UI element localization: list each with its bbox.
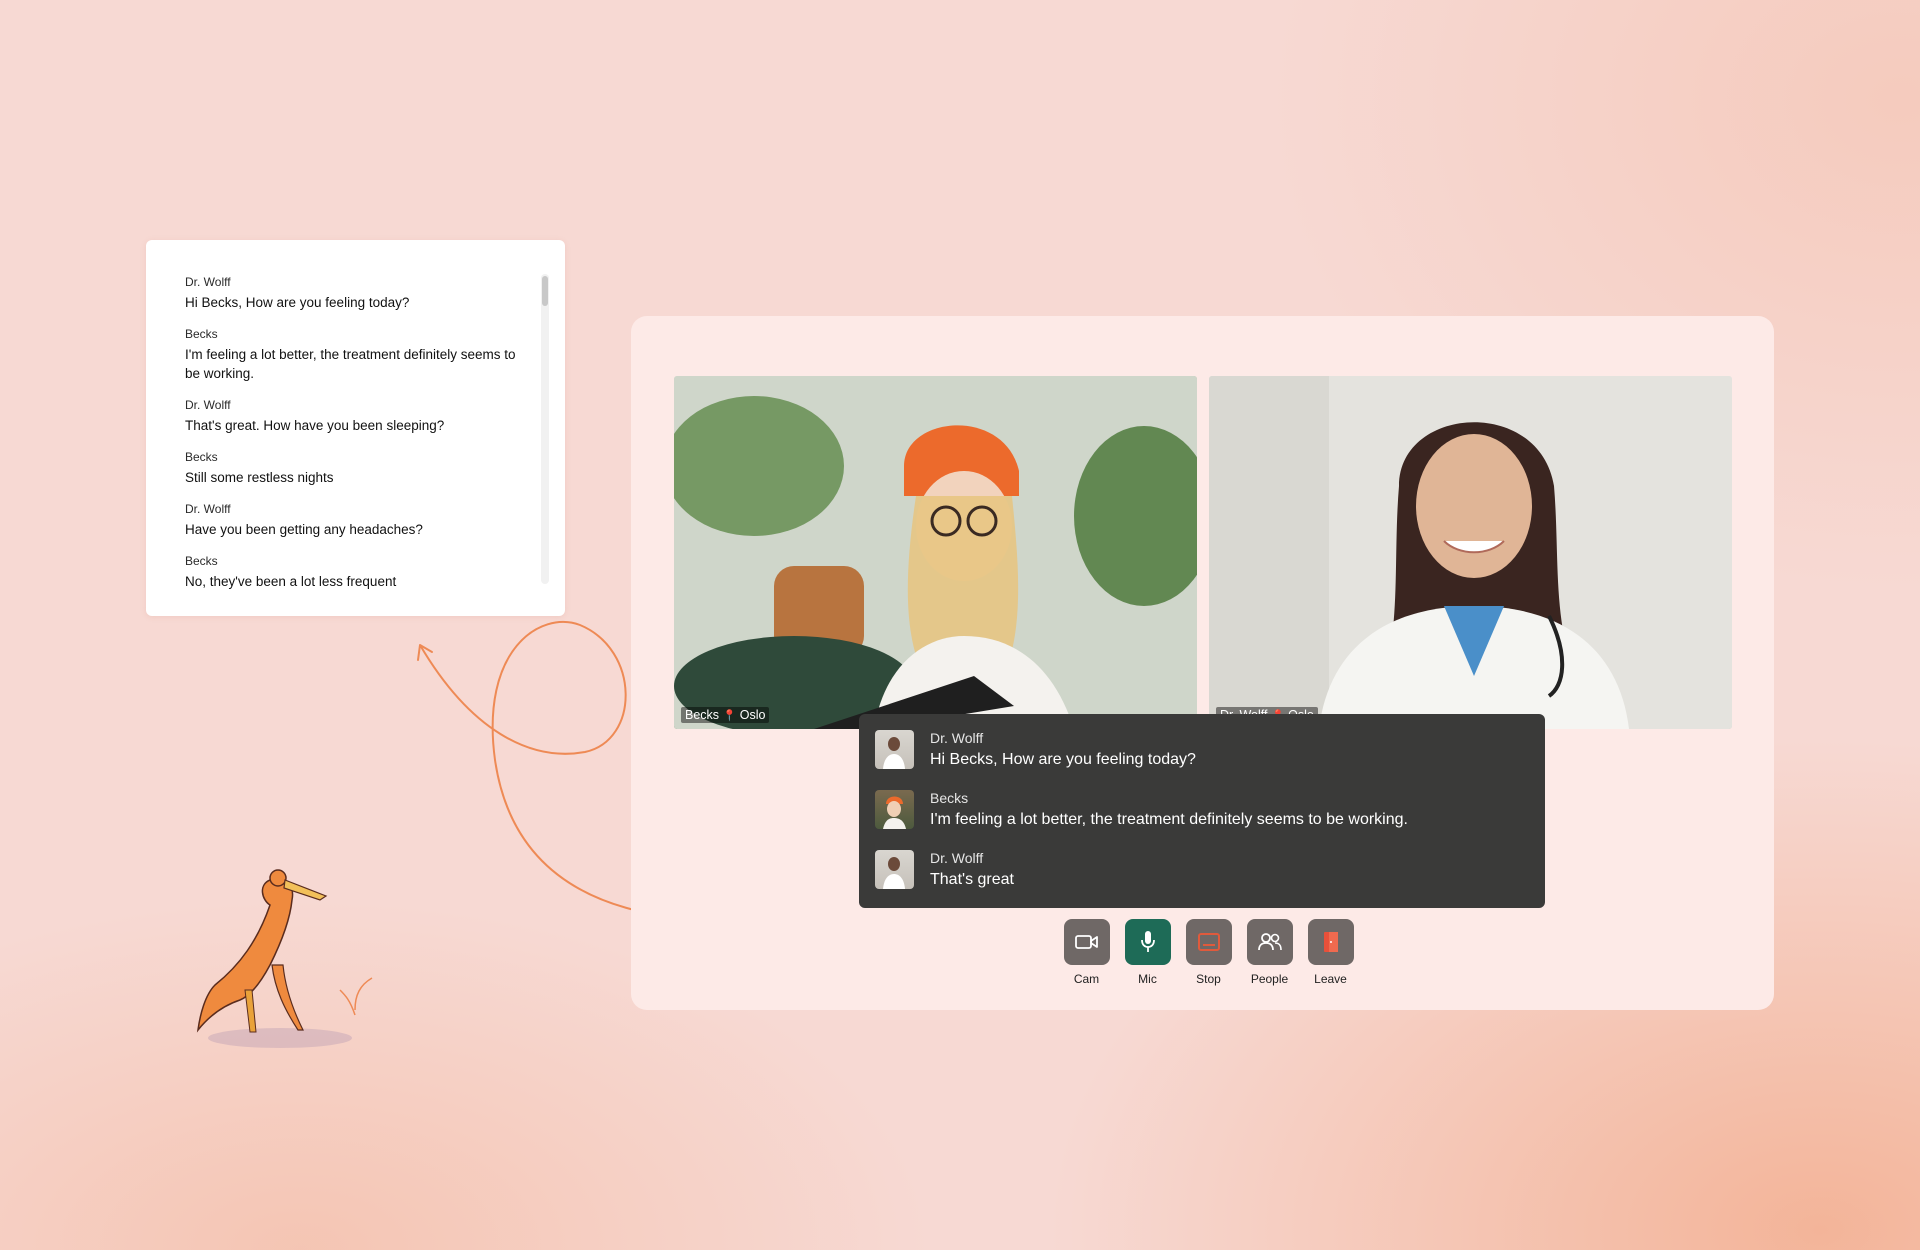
caption-speaker: Becks	[930, 790, 969, 806]
transcript-entry: Becks I'm feeling a lot better, the trea…	[185, 326, 525, 383]
people-button[interactable]	[1246, 919, 1293, 965]
people-icon	[1257, 933, 1282, 951]
participant-location: Oslo	[739, 708, 766, 722]
cam-button[interactable]	[1063, 919, 1110, 965]
caption-content: Becks I'm feeling a lot better, the trea…	[930, 790, 1408, 831]
transcript-speaker: Becks	[185, 450, 218, 464]
doctor-video-tile[interactable]: Dr. Wolff 📍 Oslo	[1209, 376, 1732, 729]
mic-control: Mic	[1117, 919, 1178, 986]
caption-content: Dr. Wolff That's great	[930, 850, 1014, 891]
mic-label: Mic	[1138, 972, 1157, 986]
transcript-message: No, they've been a lot less frequent	[185, 574, 397, 589]
people-control: People	[1239, 919, 1300, 986]
transcript-speaker: Becks	[185, 554, 218, 568]
location-pin-icon: 📍	[722, 710, 737, 722]
transcript-message: Hi Becks, How are you feeling today?	[185, 295, 410, 310]
people-label: People	[1250, 972, 1289, 986]
call-controls: Cam Mic Stop People Leave	[1056, 919, 1361, 986]
leave-label: Leave	[1314, 972, 1347, 986]
leave-button[interactable]	[1307, 919, 1354, 965]
transcript-speaker: Becks	[185, 327, 218, 341]
bird-illustration	[196, 869, 373, 1048]
stop-button[interactable]	[1185, 919, 1232, 965]
patient-video-image	[674, 376, 1197, 729]
scrollbar-thumb[interactable]	[542, 276, 548, 306]
transcript-speaker: Dr. Wolff	[185, 502, 231, 516]
transcript-message: I'm feeling a lot better, the treatment …	[185, 347, 516, 381]
transcript-panel[interactable]: Dr. Wolff Hi Becks, How are you feeling …	[146, 240, 565, 616]
avatar	[875, 730, 914, 769]
cam-control: Cam	[1056, 919, 1117, 986]
caption-speaker: Dr. Wolff	[930, 850, 984, 866]
transcript-entry: Dr. Wolff Have you been getting any head…	[185, 501, 525, 539]
mic-button[interactable]	[1124, 919, 1171, 965]
transcript-message: Have you been getting any headaches?	[185, 522, 423, 537]
transcript-entry: Dr. Wolff That's great. How have you bee…	[185, 397, 525, 435]
caption-row: Dr. Wolff That's great	[875, 850, 1529, 910]
doctor-video-image	[1209, 376, 1732, 729]
transcript-entry: Becks Still some restless nights	[185, 449, 525, 487]
transcript-entry: Dr. Wolff Hi Becks, How are you feeling …	[185, 274, 525, 312]
stop-label: Stop	[1196, 972, 1221, 986]
caption-icon	[1197, 933, 1220, 951]
caption-text: That's great	[930, 871, 1014, 888]
microphone-icon	[1140, 931, 1155, 952]
caption-text: Hi Becks, How are you feeling today?	[930, 751, 1196, 768]
caption-content: Dr. Wolff Hi Becks, How are you feeling …	[930, 730, 1196, 771]
transcript-speaker: Dr. Wolff	[185, 275, 231, 289]
avatar	[875, 790, 914, 829]
caption-row: Becks I'm feeling a lot better, the trea…	[875, 790, 1529, 850]
leave-control: Leave	[1300, 919, 1361, 986]
avatar	[875, 850, 914, 889]
leave-door-icon	[1323, 932, 1338, 952]
transcript-message: Still some restless nights	[185, 470, 334, 485]
caption-speaker: Dr. Wolff	[930, 730, 984, 746]
transcript-message: That's great. How have you been sleeping…	[185, 418, 445, 433]
caption-text: I'm feeling a lot better, the treatment …	[930, 811, 1408, 828]
transcript-entry: Becks No, they've been a lot less freque…	[185, 553, 525, 591]
participant-name: Becks	[685, 708, 720, 722]
stop-control: Stop	[1178, 919, 1239, 986]
transcript-speaker: Dr. Wolff	[185, 398, 231, 412]
camera-icon	[1074, 935, 1098, 949]
transcript-scrollbar[interactable]	[541, 274, 549, 584]
cam-label: Cam	[1073, 972, 1100, 986]
patient-video-label: Becks 📍 Oslo	[681, 707, 770, 723]
caption-row: Dr. Wolff Hi Becks, How are you feeling …	[875, 730, 1529, 790]
live-captions-panel: Dr. Wolff Hi Becks, How are you feeling …	[859, 714, 1545, 908]
patient-video-tile[interactable]: Becks 📍 Oslo	[674, 376, 1197, 729]
